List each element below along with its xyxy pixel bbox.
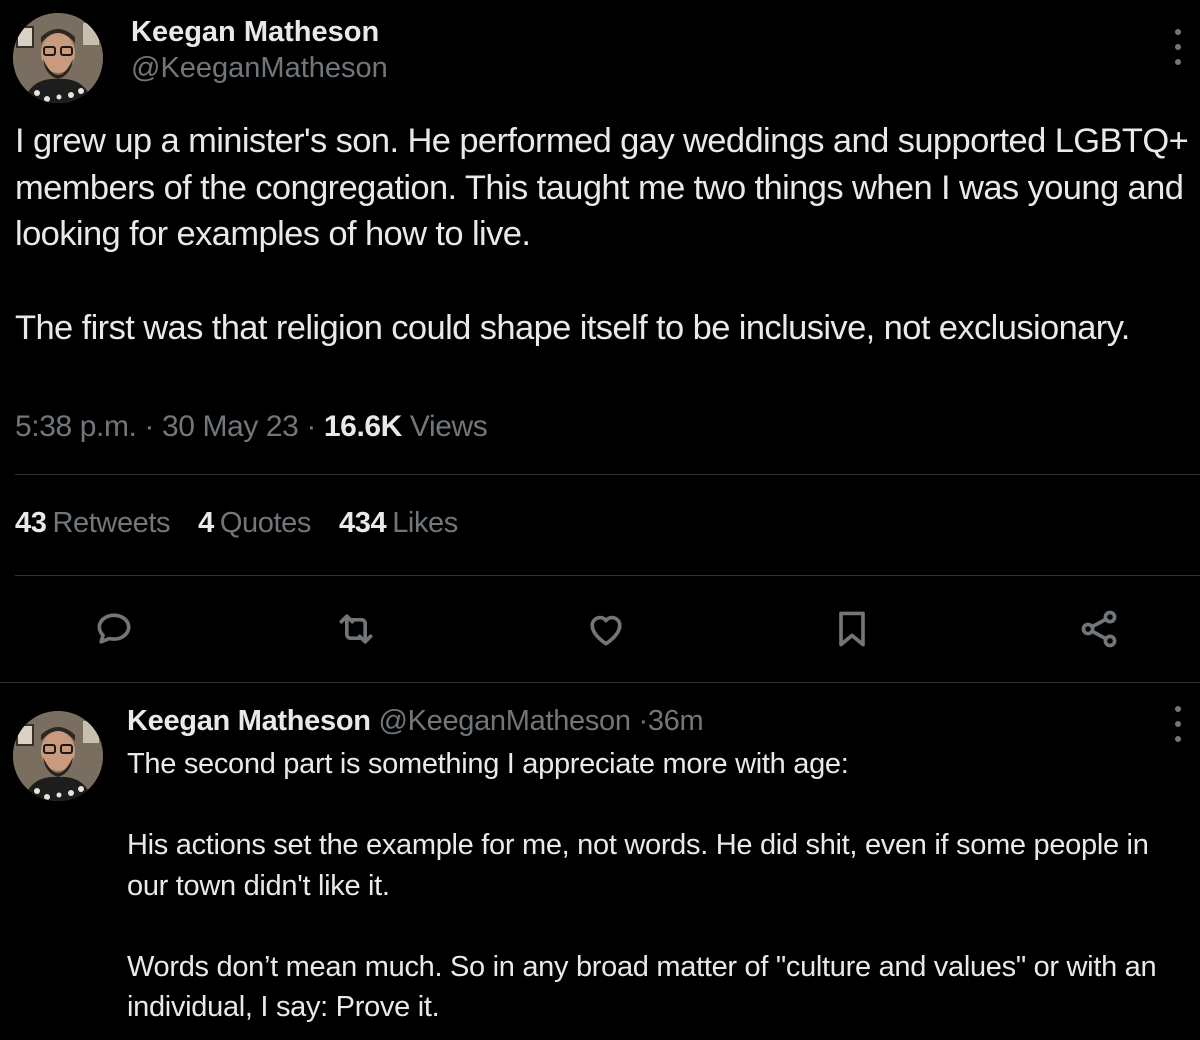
divider — [0, 682, 1200, 683]
tweet-meta: 5:38 p.m. · 30 May 23 · 16.6K Views — [15, 410, 488, 444]
share-button[interactable] — [1074, 604, 1124, 654]
author-handle[interactable]: @KeeganMatheson — [131, 52, 388, 85]
reply-author-handle[interactable]: @KeeganMatheson — [378, 705, 631, 737]
more-options-icon[interactable] — [1173, 29, 1183, 65]
meta-separator: · — [306, 410, 316, 443]
reply-author-avatar[interactable] — [13, 711, 103, 801]
divider — [15, 474, 1200, 475]
views-count: 16.6K — [323, 410, 402, 443]
tweet-stats: 43 Retweets 4 Quotes 434 Likes — [15, 507, 458, 540]
retweet-button[interactable] — [331, 604, 381, 654]
views-label: Views — [409, 410, 488, 443]
reply-paragraph: The second part is something I appreciat… — [127, 748, 849, 780]
divider — [15, 575, 1200, 576]
reply-button[interactable] — [89, 604, 139, 654]
reply-author-name[interactable]: Keegan Matheson — [127, 705, 371, 737]
tweet-paragraph: I grew up a minister's son. He performed… — [15, 122, 1189, 253]
retweet-icon — [339, 614, 373, 644]
avatar-image — [13, 13, 103, 103]
likes-count: 434 — [339, 507, 387, 539]
reply-time[interactable]: 36m — [648, 705, 704, 737]
like-button[interactable] — [581, 604, 631, 654]
quotes-stat[interactable]: 4 Quotes — [198, 507, 311, 540]
quotes-label: Quotes — [219, 507, 312, 539]
bookmark-button[interactable] — [827, 604, 877, 654]
retweets-stat[interactable]: 43 Retweets — [15, 507, 171, 540]
likes-stat[interactable]: 434 Likes — [339, 507, 458, 540]
meta-separator: · — [144, 410, 154, 443]
tweet-date[interactable]: 30 May 23 — [162, 410, 299, 443]
bookmark-icon — [839, 611, 865, 647]
share-icon — [1081, 610, 1117, 648]
retweets-count: 43 — [15, 507, 47, 539]
reply-separator: · — [638, 705, 648, 737]
reply-paragraph: His actions set the example for me, not … — [127, 829, 1149, 902]
author-avatar[interactable] — [13, 13, 103, 103]
reply-icon — [97, 613, 131, 644]
reply-header: Keegan Matheson @KeeganMatheson ·36m — [127, 705, 704, 738]
tweet-time[interactable]: 5:38 p.m. — [15, 410, 137, 443]
tweet-paragraph: The first was that religion could shape … — [15, 308, 1130, 347]
author-name[interactable]: Keegan Matheson — [131, 16, 379, 49]
like-icon — [590, 615, 622, 646]
likes-label: Likes — [392, 507, 458, 539]
reply-text: The second part is something I appreciat… — [127, 744, 1187, 1028]
reply-more-options-icon[interactable] — [1173, 706, 1183, 742]
quotes-count: 4 — [198, 507, 214, 539]
reply-paragraph: Words don’t mean much. So in any broad m… — [127, 950, 1157, 1024]
tweet-text: I grew up a minister's son. He performed… — [15, 118, 1190, 351]
retweets-label: Retweets — [52, 507, 171, 539]
avatar-image — [13, 711, 103, 801]
